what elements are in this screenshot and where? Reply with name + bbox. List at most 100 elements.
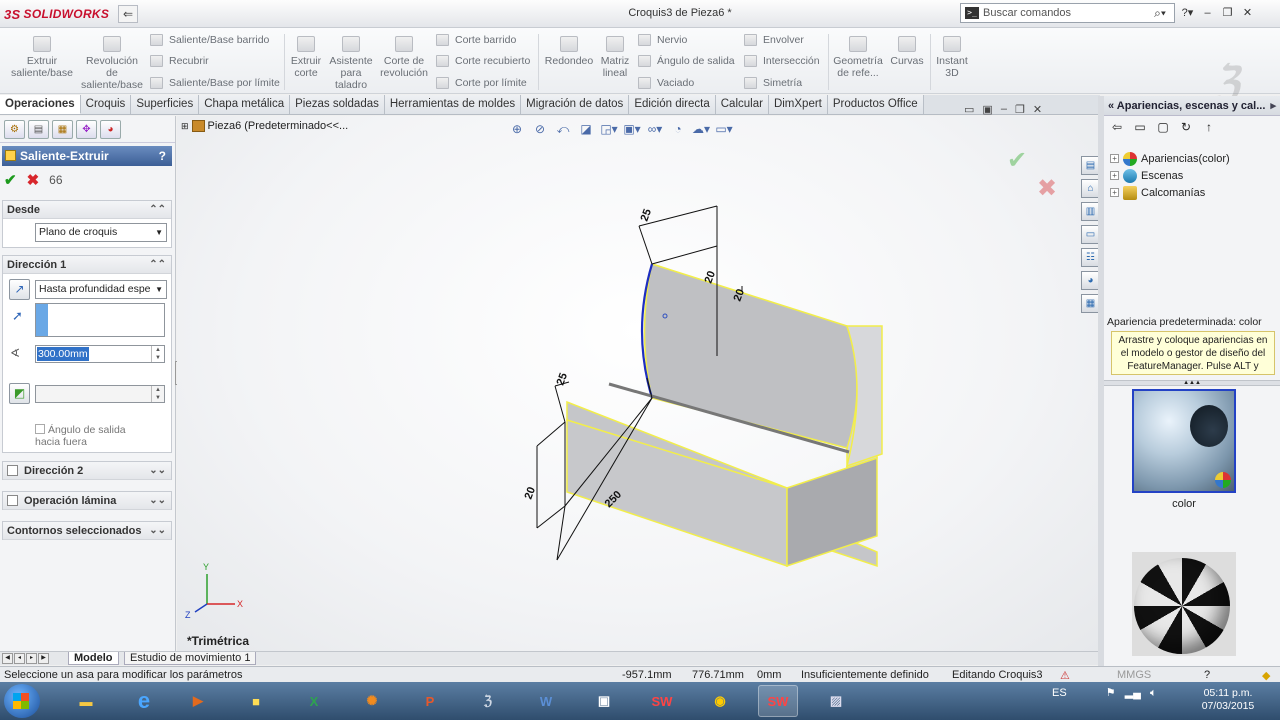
reverse-direction-icon[interactable]: ↗: [9, 279, 30, 300]
intersect-button[interactable]: Intersección: [744, 52, 820, 70]
pin-pane-icon[interactable]: ▸: [1270, 96, 1276, 116]
fillet-button[interactable]: Redondeo: [542, 32, 596, 67]
expand-icon[interactable]: +: [1110, 171, 1119, 180]
mirror-button[interactable]: Simetría: [744, 74, 802, 92]
dimension-label[interactable]: 25: [639, 207, 654, 223]
add-folder-icon[interactable]: ▭: [1132, 120, 1148, 135]
direction1-header[interactable]: Dirección 1 ⌃⌃: [3, 256, 171, 274]
extrude-cut-button[interactable]: Extruir corte: [288, 32, 324, 79]
dimension-label[interactable]: 25: [555, 371, 570, 387]
spin-arrows-icon[interactable]: ▲ ▼: [151, 346, 164, 362]
feature-manager-icon[interactable]: ⚙: [4, 120, 25, 139]
tray-network-icon[interactable]: ▂▄: [1125, 687, 1141, 699]
linear-pattern-button[interactable]: Matriz lineal: [598, 32, 632, 79]
expand-icon[interactable]: ⌄⌄: [149, 522, 166, 540]
restore-icon[interactable]: ❐: [1220, 5, 1235, 21]
tab-herramientas-moldes[interactable]: Herramientas de moldes: [384, 95, 522, 114]
from-section-header[interactable]: Desde ⌃⌃: [3, 201, 171, 219]
language-indicator[interactable]: ES: [1052, 687, 1067, 699]
thin-feature-header[interactable]: Operación lámina ⌄⌄: [3, 492, 171, 510]
thin-feature-section[interactable]: Operación lámina ⌄⌄: [2, 491, 172, 510]
tab-productos-office[interactable]: Productos Office: [827, 95, 924, 114]
cancel-button[interactable]: ✖: [27, 171, 40, 189]
swept-boss-button[interactable]: Saliente/Base barrido: [150, 31, 269, 49]
doc-restore-icon[interactable]: ❐: [1015, 103, 1025, 116]
selected-contours-header[interactable]: Contornos seleccionados ⌄⌄: [3, 522, 171, 540]
solidworks-app-icon[interactable]: SW: [642, 685, 682, 717]
ok-button[interactable]: ✔: [4, 171, 17, 189]
collapse-pane-icon[interactable]: «: [1108, 100, 1114, 112]
swept-cut-button[interactable]: Corte barrido: [436, 31, 516, 49]
tab-estudio-movimiento[interactable]: Estudio de movimiento 1: [124, 652, 257, 665]
selected-contours-section[interactable]: Contornos seleccionados ⌄⌄: [2, 521, 172, 540]
search-input[interactable]: Buscar comandos: [983, 7, 1146, 19]
start-button[interactable]: [4, 684, 40, 718]
direction-selection-box[interactable]: [35, 303, 165, 337]
property-manager-icon[interactable]: ▤: [28, 120, 49, 139]
instant3d-button[interactable]: Instant 3D: [932, 32, 972, 79]
loft-boss-button[interactable]: Recubrir: [150, 52, 209, 70]
units-selector[interactable]: MMGS: [1117, 669, 1151, 681]
search-commands-box[interactable]: >_ Buscar comandos ⌕▾: [960, 3, 1175, 23]
tab-superficies[interactable]: Superficies: [131, 95, 200, 114]
cylinder-face[interactable]: [643, 263, 858, 449]
next-tab-icon[interactable]: ▸: [26, 653, 37, 664]
tile-icon[interactable]: ▣: [982, 103, 992, 116]
boundary-boss-button[interactable]: Saliente/Base por límite: [150, 74, 280, 92]
base-side-face[interactable]: [566, 418, 788, 568]
sticky-notes-icon[interactable]: ■: [236, 685, 276, 717]
tab-operaciones[interactable]: Operaciones: [0, 95, 81, 114]
powerpoint-icon[interactable]: P: [410, 685, 450, 717]
checkbox-icon[interactable]: [7, 495, 18, 506]
curves-button[interactable]: Curvas: [886, 32, 928, 67]
model-view[interactable]: 25 20 20 25 20 250 Y X Z: [177, 116, 1100, 652]
tree-item-decals[interactable]: + Calcomanías: [1110, 184, 1230, 201]
draft-button[interactable]: Ángulo de salida: [638, 52, 735, 70]
extrude-boss-button[interactable]: Extruir saliente/base: [8, 32, 76, 79]
refresh-icon[interactable]: ↻: [1178, 120, 1194, 135]
file-explorer-taskbar-icon[interactable]: ▬: [66, 685, 106, 717]
solidworks-active-icon[interactable]: SW: [758, 685, 798, 717]
dimension-label[interactable]: 20: [703, 269, 718, 285]
doc-close-icon[interactable]: ✕: [1033, 103, 1042, 116]
window-app-icon[interactable]: ▣: [584, 685, 624, 717]
last-tab-icon[interactable]: ▶: [38, 653, 49, 664]
collapse-icon[interactable]: ⌃⌃: [149, 201, 166, 219]
doc-minimize-icon[interactable]: –: [1001, 103, 1007, 116]
collapse-icon[interactable]: ⌃⌃: [149, 256, 166, 274]
tree-item-scenes[interactable]: + Escenas: [1110, 167, 1230, 184]
internet-explorer-icon[interactable]: e: [124, 685, 164, 717]
pane-divider[interactable]: ▲▲▲: [1104, 380, 1280, 386]
tray-flag-icon[interactable]: ⚑: [1106, 687, 1116, 699]
display-manager-icon[interactable]: ◕: [100, 120, 121, 139]
back-icon[interactable]: ⇦: [1109, 120, 1125, 135]
media-player-icon[interactable]: ▶: [178, 685, 218, 717]
tab-piezas-soldadas[interactable]: Piezas soldadas: [290, 95, 385, 114]
tags-icon[interactable]: ◆: [1262, 669, 1270, 682]
appearance-thumbnail-checker[interactable]: [1132, 552, 1236, 656]
avast-icon[interactable]: ✺: [352, 685, 392, 717]
tree-item-appearances[interactable]: + Apariencias(color): [1110, 150, 1230, 167]
reference-geometry-button[interactable]: Geometría de refe...: [832, 32, 884, 79]
end-condition-dropdown[interactable]: Hasta profundidad espe ▼: [35, 280, 167, 299]
depth-spinbox[interactable]: 300.00mm ▲ ▼: [35, 345, 165, 363]
close-icon[interactable]: ✕: [1240, 5, 1255, 21]
graphics-area[interactable]: ⊞ Pieza6 (Predeterminado<<... ⊕ ⊘ ⤺ ◪ ◲▾…: [177, 103, 1100, 652]
excel-icon[interactable]: X: [294, 685, 334, 717]
configuration-manager-icon[interactable]: ▦: [52, 120, 73, 139]
revolve-cut-button[interactable]: Corte de revolución: [378, 32, 430, 79]
wrap-button[interactable]: Envolver: [744, 31, 804, 49]
tab-chapa-metalica[interactable]: Chapa metálica: [199, 95, 291, 114]
help-button[interactable]: ?: [159, 146, 166, 166]
up-folder-icon[interactable]: ↑: [1201, 120, 1217, 135]
menu-pin-icon[interactable]: ⇐: [118, 5, 138, 23]
checkbox-icon[interactable]: [7, 465, 18, 476]
detailed-preview-icon[interactable]: 66: [49, 171, 62, 189]
expand-icon[interactable]: ⌄⌄: [149, 462, 166, 480]
appearance-thumbnail-color[interactable]: [1132, 389, 1236, 493]
rebuild-icon[interactable]: ⚠: [1060, 669, 1070, 682]
draft-outward-checkbox[interactable]: Ángulo de salida hacia fuera: [35, 424, 145, 448]
shell-button[interactable]: Vaciado: [638, 74, 694, 92]
boundary-cut-button[interactable]: Corte por límite: [436, 74, 527, 92]
direction2-header[interactable]: Dirección 2 ⌄⌄: [3, 462, 171, 480]
